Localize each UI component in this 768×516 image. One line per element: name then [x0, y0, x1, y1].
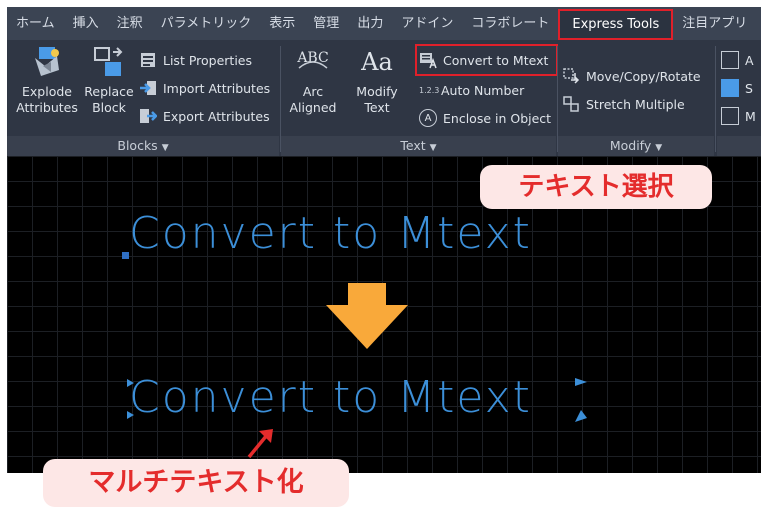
import-attributes-icon [140, 81, 156, 95]
ribbon: Explode Attributes Replace Block List Pr… [7, 40, 761, 156]
partial-icon-1 [721, 51, 739, 69]
replace-block-icon [94, 47, 123, 76]
modify-text-button[interactable]: Aa Modify Text [345, 44, 409, 116]
stretch-multiple-icon [563, 96, 579, 112]
text-title-text: Text [400, 138, 426, 153]
red-pointer-arrow-icon [247, 429, 273, 459]
explode-label-line2: Attributes [16, 100, 78, 115]
grip-square[interactable] [122, 252, 129, 259]
cad-text-after[interactable]: Convert to Mtext [129, 372, 532, 423]
tab-parametric[interactable]: パラメトリック [152, 7, 261, 40]
callout-select-text: テキスト選択 [480, 165, 712, 209]
partial-panel: A S M [717, 40, 761, 156]
autocad-window: ホーム 挿入 注釈 パラメトリック 表示 管理 出力 アドイン コラボレート E… [7, 7, 761, 473]
convert-to-mtext-highlight [415, 44, 558, 76]
auto-number-label: Auto Number [441, 82, 525, 98]
move-copy-rotate-icon [563, 68, 580, 84]
tab-output[interactable]: 出力 [348, 7, 392, 40]
tab-addins[interactable]: アドイン [392, 7, 462, 40]
tab-view[interactable]: 表示 [260, 7, 304, 40]
modify-label-line1: Modify [356, 84, 398, 99]
export-attributes-icon [140, 109, 157, 123]
partial-button-1[interactable]: A [721, 48, 754, 72]
list-properties-button[interactable]: List Properties [139, 48, 252, 72]
chevron-down-icon: ▼ [161, 143, 169, 153]
tab-insert[interactable]: 挿入 [64, 7, 108, 40]
partial-label-2: S [745, 80, 753, 96]
move-copy-rotate-button[interactable]: Move/Copy/Rotate [562, 64, 701, 88]
tab-home[interactable]: ホーム [7, 7, 64, 40]
blocks-panel-title[interactable]: Blocks ▼ [7, 136, 279, 156]
replace-label-line1: Replace [84, 84, 134, 99]
tab-collaborate[interactable]: コラボレート [462, 7, 558, 40]
mtext-grip-right-icon[interactable] [573, 376, 589, 424]
modify-label-line2: Text [364, 100, 390, 115]
chevron-down-icon: ▼ [429, 143, 437, 153]
auto-number-icon: 1.2.3 [419, 85, 440, 95]
tab-express-tools[interactable]: Express Tools [558, 8, 674, 40]
panel-divider [715, 46, 716, 152]
chevron-down-icon: ▼ [655, 143, 663, 153]
import-attributes-label: Import Attributes [163, 80, 271, 96]
partial-label-1: A [745, 52, 754, 68]
drawing-canvas[interactable]: テキスト選択 Convert to Mtext Convert to Mtext [7, 156, 761, 473]
arc-label-line1: Arc [302, 84, 324, 99]
partial-icon-3 [721, 107, 739, 125]
text-panel-title[interactable]: Text ▼ [281, 136, 556, 156]
arc-label-line2: Aligned [289, 100, 337, 115]
explode-label-line1: Explode [22, 84, 72, 99]
blocks-title-text: Blocks [117, 138, 158, 153]
modify-panel-title[interactable]: Modify ▼ [558, 136, 714, 156]
move-copy-rotate-label: Move/Copy/Rotate [586, 68, 701, 84]
tab-manage[interactable]: 管理 [304, 7, 348, 40]
arc-icon-letters: ABC [296, 50, 328, 66]
list-properties-label: List Properties [163, 52, 252, 68]
modify-icon-letters: Aa [360, 48, 393, 76]
partial-label-3: M [745, 108, 756, 124]
export-attributes-button[interactable]: Export Attributes [139, 104, 270, 128]
replace-label-line2: Block [92, 100, 126, 115]
stretch-multiple-label: Stretch Multiple [586, 96, 685, 112]
partial-icon-2 [721, 79, 739, 97]
partial-button-2[interactable]: S [721, 76, 753, 100]
ribbon-tab-bar: ホーム 挿入 注釈 パラメトリック 表示 管理 出力 アドイン コラボレート E… [7, 7, 761, 40]
text-panel: ABC Arc Aligned Aa Modify Text Convert t… [281, 40, 558, 156]
blocks-panel: Explode Attributes Replace Block List Pr… [7, 40, 279, 156]
stretch-multiple-button[interactable]: Stretch Multiple [562, 92, 685, 116]
tab-featured-apps[interactable]: 注目アプリ [673, 7, 756, 40]
export-attributes-label: Export Attributes [163, 108, 270, 124]
modify-text-icon: Aa [360, 48, 393, 76]
modify-panel: Move/Copy/Rotate Stretch Multiple Modify… [558, 40, 714, 156]
tab-annotate[interactable]: 注釈 [108, 7, 152, 40]
auto-number-button[interactable]: 1.2.3 Auto Number [419, 78, 524, 102]
partial-panel-title [717, 136, 761, 156]
import-attributes-button[interactable]: Import Attributes [139, 76, 270, 100]
enclose-in-object-icon: A [419, 109, 437, 127]
enclose-in-object-button[interactable]: A Enclose in Object [419, 106, 551, 130]
partial-button-3[interactable]: M [721, 104, 756, 128]
arc-aligned-button[interactable]: ABC Arc Aligned [285, 44, 341, 116]
enclose-in-object-label: Enclose in Object [443, 110, 552, 126]
arc-aligned-icon: ABC [296, 50, 329, 69]
cad-text-before[interactable]: Convert to Mtext [129, 208, 532, 259]
down-arrow-icon [326, 283, 408, 349]
callout-multiline-text: マルチテキスト化 [43, 459, 349, 507]
explode-attributes-icon [35, 47, 59, 76]
list-properties-icon [141, 53, 155, 67]
modify-title-text: Modify [609, 138, 652, 153]
replace-block-button[interactable]: Replace Block [81, 44, 137, 116]
enclose-icon-letter: A [424, 112, 432, 124]
explode-attributes-button[interactable]: Explode Attributes [13, 44, 81, 116]
